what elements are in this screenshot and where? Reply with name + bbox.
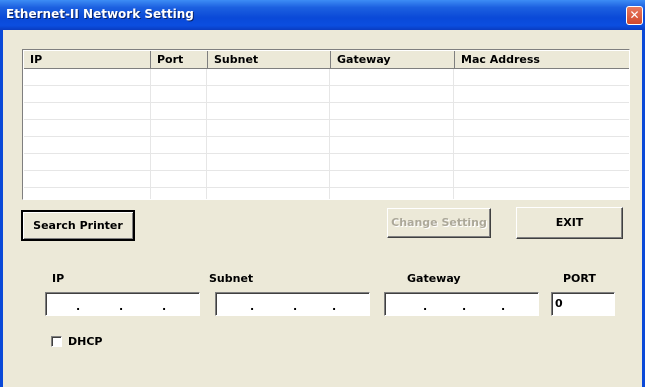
table-cell (207, 69, 330, 85)
ip-octet-separator: . (119, 300, 124, 313)
change-setting-button[interactable]: Change Setting (387, 208, 491, 238)
gateway-octet-separator: . (423, 300, 428, 313)
table-cell (207, 120, 330, 136)
table-cell (24, 154, 151, 170)
printer-list-body (24, 69, 629, 199)
column-header-mac-address[interactable]: Mac Address (455, 51, 629, 69)
table-row[interactable] (24, 86, 629, 103)
table-cell (24, 103, 151, 119)
table-row[interactable] (24, 137, 629, 154)
table-cell (454, 120, 629, 136)
table-cell (454, 69, 629, 85)
gateway-octet-separator: . (501, 300, 506, 313)
ip-label: IP (52, 272, 65, 285)
column-header-gateway[interactable]: Gateway (331, 51, 455, 69)
table-cell (24, 137, 151, 153)
table-cell (330, 86, 454, 102)
port-label: PORT (563, 272, 596, 285)
table-row[interactable] (24, 103, 629, 120)
table-cell (207, 154, 330, 170)
ip-address-field[interactable]: . . . (45, 292, 200, 316)
table-cell (454, 86, 629, 102)
table-row[interactable] (24, 154, 629, 171)
gateway-octet-separator: . (462, 300, 467, 313)
column-header-ip[interactable]: IP (24, 51, 151, 69)
table-row[interactable] (24, 171, 629, 188)
table-cell (151, 137, 208, 153)
table-cell (454, 154, 629, 170)
title-bar[interactable]: Ethernet-II Network Setting ✕ (0, 0, 645, 30)
table-cell (207, 188, 330, 199)
close-icon[interactable]: ✕ (626, 6, 643, 25)
table-cell (151, 103, 208, 119)
gateway-label: Gateway (407, 272, 461, 285)
table-cell (24, 86, 151, 102)
subnet-octet-separator: . (250, 300, 255, 313)
printer-list-header: IP Port Subnet Gateway Mac Address (24, 51, 629, 69)
column-header-port[interactable]: Port (151, 51, 208, 69)
subnet-label: Subnet (209, 272, 254, 285)
subnet-octet-separator: . (332, 300, 337, 313)
table-cell (151, 154, 208, 170)
table-row[interactable] (24, 188, 629, 199)
table-cell (454, 188, 629, 199)
table-cell (151, 69, 208, 85)
gateway-field[interactable]: . . . (384, 292, 539, 316)
table-cell (454, 137, 629, 153)
column-header-subnet[interactable]: Subnet (208, 51, 331, 69)
port-field[interactable]: 0 (551, 292, 615, 316)
network-setting-window: Ethernet-II Network Setting ✕ IP Port Su… (0, 0, 645, 387)
table-cell (151, 120, 208, 136)
ip-octet-separator: . (162, 300, 167, 313)
table-cell (24, 120, 151, 136)
subnet-field[interactable]: . . . (215, 292, 370, 316)
ip-octet-separator: . (76, 300, 81, 313)
table-cell (330, 154, 454, 170)
table-cell (24, 188, 151, 199)
table-cell (151, 171, 208, 187)
table-cell (207, 137, 330, 153)
table-cell (454, 171, 629, 187)
table-row[interactable] (24, 69, 629, 86)
table-cell (330, 69, 454, 85)
table-cell (330, 103, 454, 119)
table-cell (207, 86, 330, 102)
printer-list[interactable]: IP Port Subnet Gateway Mac Address (22, 49, 630, 200)
table-cell (207, 103, 330, 119)
table-cell (330, 171, 454, 187)
table-cell (207, 171, 330, 187)
table-row[interactable] (24, 120, 629, 137)
search-printer-button[interactable]: Search Printer (21, 210, 135, 241)
window-frame-left (0, 30, 3, 387)
table-cell (330, 137, 454, 153)
table-cell (454, 103, 629, 119)
dhcp-checkbox[interactable] (51, 336, 62, 347)
window-title: Ethernet-II Network Setting (6, 7, 194, 21)
table-cell (24, 171, 151, 187)
subnet-octet-separator: . (293, 300, 298, 313)
table-cell (24, 69, 151, 85)
table-cell (151, 188, 208, 199)
table-cell (330, 120, 454, 136)
table-cell (151, 86, 208, 102)
exit-button[interactable]: EXIT (516, 207, 623, 239)
table-cell (330, 188, 454, 199)
dhcp-label[interactable]: DHCP (68, 335, 102, 348)
